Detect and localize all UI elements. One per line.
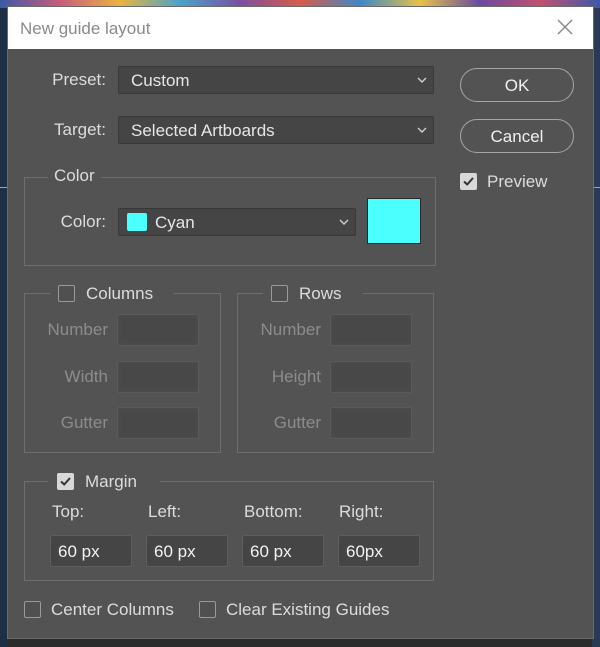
- preview-label: Preview: [487, 172, 548, 191]
- rows-title: Rows: [299, 284, 342, 303]
- preset-label: Preset:: [52, 70, 106, 89]
- margin-title: Margin: [85, 472, 137, 491]
- close-icon[interactable]: [555, 17, 575, 37]
- margin-left-value: 60 px: [154, 542, 196, 561]
- margin-top-label: Top:: [52, 502, 85, 521]
- margin-bottom-input[interactable]: 60 px: [242, 535, 324, 567]
- rows-gutter-label: Gutter: [273, 413, 321, 432]
- rows-checkbox[interactable]: [271, 285, 288, 302]
- margin-bottom-value: 60 px: [250, 542, 292, 561]
- columns-width-input[interactable]: [117, 361, 199, 393]
- cancel-button-label: Cancel: [490, 127, 544, 146]
- columns-number-input[interactable]: [117, 314, 199, 346]
- margin-left-input[interactable]: 60 px: [146, 535, 228, 567]
- rows-number-input[interactable]: [330, 314, 412, 346]
- cancel-button[interactable]: Cancel: [460, 119, 574, 153]
- margin-right-input[interactable]: 60px: [338, 535, 420, 567]
- preview-checkbox[interactable]: [460, 173, 477, 190]
- rows-height-input[interactable]: [330, 361, 412, 393]
- dialog-title: New guide layout: [20, 19, 151, 38]
- margin-right-value: 60px: [346, 542, 383, 561]
- color-select[interactable]: Cyan: [118, 208, 356, 236]
- color-swatch-small: [127, 213, 147, 231]
- preset-value: Custom: [131, 71, 190, 90]
- columns-gutter-input[interactable]: [117, 407, 199, 439]
- columns-width-label: Width: [64, 367, 108, 386]
- chevron-down-icon: [417, 127, 427, 133]
- margin-right-label: Right:: [339, 502, 384, 521]
- clear-existing-guides-checkbox[interactable]: [199, 601, 216, 618]
- columns-gutter-label: Gutter: [60, 413, 108, 432]
- margin-top-value: 60 px: [58, 542, 100, 561]
- rows-height-label: Height: [271, 367, 321, 386]
- color-value: Cyan: [155, 213, 195, 232]
- new-guide-layout-dialog: New guide layout Preset: Custom Target: …: [7, 6, 594, 639]
- target-value: Selected Artboards: [131, 121, 275, 140]
- ok-button-label: OK: [504, 76, 530, 95]
- clear-existing-guides-label: Clear Existing Guides: [226, 600, 390, 619]
- title-bar: New guide layout: [8, 7, 593, 49]
- checkmark-icon: [463, 177, 474, 186]
- preset-select[interactable]: Custom: [118, 66, 434, 94]
- margin-checkbox[interactable]: [57, 473, 74, 490]
- margin-bottom-label: Bottom:: [244, 502, 303, 521]
- margin-left-label: Left:: [148, 502, 182, 521]
- rows-gutter-input[interactable]: [330, 407, 412, 439]
- rows-number-label: Number: [260, 320, 321, 339]
- margin-top-input[interactable]: 60 px: [50, 535, 132, 567]
- center-columns-checkbox[interactable]: [24, 601, 41, 618]
- target-select[interactable]: Selected Artboards: [118, 116, 434, 144]
- target-label: Target:: [54, 120, 106, 139]
- color-swatch-preview[interactable]: [367, 198, 421, 244]
- color-label: Color:: [60, 212, 106, 231]
- chevron-down-icon: [339, 219, 349, 225]
- chevron-down-icon: [417, 77, 427, 83]
- checkmark-icon: [60, 477, 71, 486]
- ok-button[interactable]: OK: [460, 68, 574, 102]
- color-group-title: Color: [48, 166, 101, 186]
- center-columns-label: Center Columns: [51, 600, 174, 619]
- columns-title: Columns: [86, 284, 154, 303]
- columns-number-label: Number: [47, 320, 108, 339]
- columns-checkbox[interactable]: [58, 285, 75, 302]
